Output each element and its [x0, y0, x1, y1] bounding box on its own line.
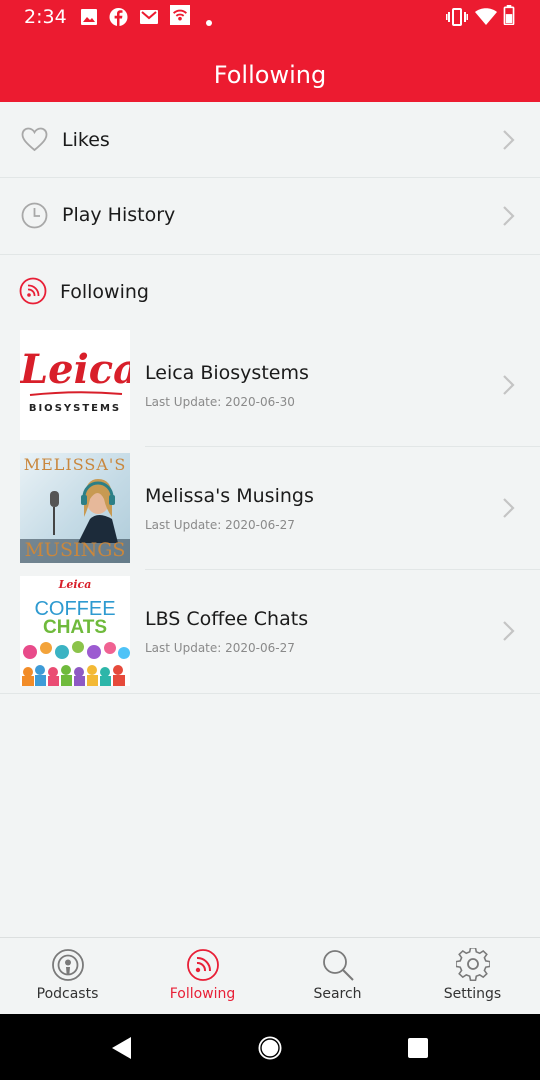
- app-bar: Following: [0, 34, 540, 102]
- podcast-thumbnail: Leica COFFEE CHATS: [20, 576, 130, 686]
- divider: [145, 569, 540, 570]
- podcast-title: LBS Coffee Chats: [145, 608, 309, 630]
- nav-label: Podcasts: [36, 986, 99, 1002]
- podcast-last-update: Last Update: 2020-06-30: [145, 395, 295, 409]
- recents-icon[interactable]: [407, 1037, 429, 1059]
- likes-row[interactable]: Likes: [0, 102, 540, 178]
- nav-podcasts[interactable]: Podcasts: [0, 938, 135, 1015]
- system-navigation-bar: [0, 1014, 540, 1080]
- leica-logo-text: Leica: [58, 578, 92, 591]
- chevron-right-icon: [503, 206, 515, 226]
- thumbnail-bottom-text: MUSINGS: [20, 539, 130, 563]
- chevron-right-icon: [503, 621, 515, 641]
- thumbnail-top-text: MELISSA'S: [23, 455, 127, 474]
- rss-icon: [186, 949, 219, 981]
- podcast-title: Melissa's Musings: [145, 485, 314, 507]
- clock-icon: [21, 202, 48, 229]
- bottom-navigation: Podcasts Following Search Settings: [0, 937, 540, 1014]
- podcast-title: Leica Biosystems: [145, 362, 309, 384]
- search-icon: [322, 950, 354, 981]
- nav-settings[interactable]: Settings: [405, 938, 540, 1015]
- podcaster-illustration: [50, 479, 118, 543]
- nav-label: Following: [169, 986, 236, 1002]
- podcast-item-melissas-musings[interactable]: MELISSA'S MUSINGS Melissa's Musings Last…: [0, 453, 540, 570]
- gear-icon: [455, 948, 490, 981]
- likes-label: Likes: [62, 129, 110, 151]
- podcast-last-update: Last Update: 2020-06-27: [145, 518, 295, 532]
- speech-bubbles-illustration: [22, 641, 130, 686]
- chevron-right-icon: [503, 498, 515, 518]
- podcast-icon: [51, 949, 84, 981]
- nav-label: Search: [313, 986, 362, 1002]
- home-icon[interactable]: [257, 1035, 283, 1061]
- chevron-right-icon: [503, 375, 515, 395]
- following-section-header: Following: [0, 255, 540, 329]
- podcast-last-update: Last Update: 2020-06-27: [145, 641, 295, 655]
- biosystems-text: BIOSYSTEMS: [28, 403, 122, 414]
- nav-following[interactable]: Following: [135, 938, 270, 1015]
- podcast-thumbnail: MELISSA'S MUSINGS: [20, 453, 130, 563]
- play-history-label: Play History: [62, 204, 176, 226]
- nav-label: Settings: [443, 986, 502, 1002]
- chats-text: CHATS: [42, 617, 108, 638]
- divider: [145, 446, 540, 447]
- page-title: Following: [213, 61, 327, 89]
- chevron-right-icon: [503, 130, 515, 150]
- play-history-row[interactable]: Play History: [0, 178, 540, 255]
- podcast-thumbnail: Leica BIOSYSTEMS: [20, 330, 130, 440]
- following-section-label: Following: [60, 281, 149, 303]
- heart-icon: [21, 127, 48, 152]
- rss-icon: [19, 277, 47, 305]
- back-icon[interactable]: [110, 1036, 132, 1060]
- podcast-item-lbs-coffee-chats[interactable]: Leica COFFEE CHATS LBS Coffee Chats Last…: [0, 576, 540, 694]
- podcast-item-leica-biosystems[interactable]: Leica BIOSYSTEMS Leica Biosystems Last U…: [0, 330, 540, 447]
- divider: [0, 693, 540, 694]
- nav-search[interactable]: Search: [270, 938, 405, 1015]
- leica-logo-text: Leica: [20, 346, 130, 393]
- logo-swoosh: [29, 391, 123, 396]
